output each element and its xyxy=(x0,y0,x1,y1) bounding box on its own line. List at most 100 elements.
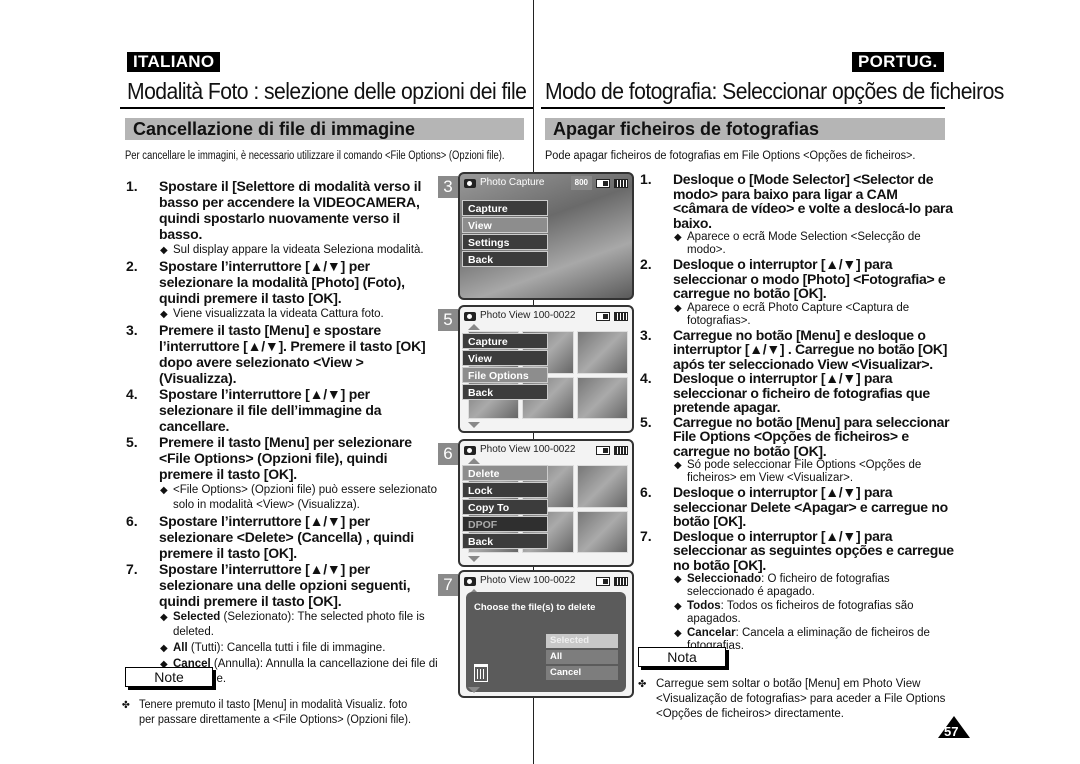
diamond-bullet-icon: ◆ xyxy=(160,643,168,654)
page-title-italian: Modalità Foto : selezione delle opzioni … xyxy=(127,78,527,104)
step-text: Desloque o interruptor [▲/▼] para selecc… xyxy=(673,484,948,529)
thumbnail[interactable] xyxy=(576,465,628,508)
menu-item-capture[interactable]: Capture xyxy=(462,200,548,216)
option-all[interactable]: All xyxy=(546,650,618,664)
step-item: 6. Desloque o interruptor [▲/▼] para sele… xyxy=(640,485,955,529)
step-item: 1. Desloque o [Mode Selector] <Selector d… xyxy=(640,172,955,257)
resolution-badge: 800 xyxy=(570,176,592,190)
camera-icon xyxy=(464,576,476,586)
menu-item-file-options[interactable]: File Options xyxy=(462,367,548,383)
scroll-down-icon[interactable] xyxy=(468,556,480,562)
steps-list-italian: 1. Spostare il [Selettore di modalità ver… xyxy=(126,178,438,687)
step-bullet: ◆ All (Tutti): Cancella tutti i file di i… xyxy=(159,641,438,656)
step-bullet: ◆ Viene visualizzata la videata Cattura f… xyxy=(159,307,438,322)
dialog-title: Choose the file(s) to delete xyxy=(474,602,596,613)
option-cancel[interactable]: Cancel xyxy=(546,666,618,680)
step-number: 2. xyxy=(640,256,652,272)
step-number: 6. xyxy=(126,513,138,529)
diamond-bullet-icon: ◆ xyxy=(160,309,168,320)
camera-screen-file-options-menu: Photo View 100-0022 Delete Lock Copy To … xyxy=(458,439,634,567)
screen-number: 3 xyxy=(438,176,458,198)
scroll-up-icon[interactable] xyxy=(468,324,480,330)
step-bullet: ◆ Aparece o ecrã Mode Selection <Selecção… xyxy=(673,231,955,257)
thumbnail[interactable] xyxy=(576,376,628,419)
bullet-term: Selected xyxy=(173,611,221,623)
step-text: Carregue no botão [Menu] e desloque o in… xyxy=(673,326,948,372)
bullet-text: (Tutti): Cancella tutti i file di immagi… xyxy=(187,642,386,654)
camera-screen-photo-view-file-options: Photo View 100-0022 Capture View File Op… xyxy=(458,305,634,433)
menu-item-dpof[interactable]: DPOF xyxy=(462,516,548,532)
step-number: 4. xyxy=(126,386,138,402)
step-bullet: ◆ Só pode seleccionar File Options <Opçõe… xyxy=(673,459,955,485)
screen-number: 5 xyxy=(438,309,458,331)
screen-menu: Delete Lock Copy To DPOF Back xyxy=(462,465,548,550)
bullet-term: Cancelar xyxy=(687,627,736,639)
memory-icon xyxy=(596,178,610,188)
diamond-bullet-icon: ◆ xyxy=(674,574,682,585)
camera-icon xyxy=(464,445,476,455)
diamond-bullet-icon: ◆ xyxy=(160,612,168,623)
bullet-text: Só pode seleccionar File Options <Opções… xyxy=(687,459,922,484)
screen-header: Photo View 100-0022 xyxy=(464,443,628,457)
screen-title: Photo Capture xyxy=(480,177,545,188)
scroll-down-icon[interactable] xyxy=(468,687,480,693)
menu-item-copy-to[interactable]: Copy To xyxy=(462,499,548,515)
step-item: 5. Premere il tasto [Menu] per selezionar… xyxy=(126,434,438,513)
intro-text-italian: Per cancellare le immagini, è necessario… xyxy=(125,150,505,162)
step-text: Desloque o interruptor [▲/▼] para selecc… xyxy=(673,370,930,415)
step-number: 4. xyxy=(640,370,652,386)
battery-icon xyxy=(614,445,628,455)
menu-item-back[interactable]: Back xyxy=(462,533,548,549)
step-item: 5. Carregue no botão [Menu] para seleccio… xyxy=(640,413,955,486)
note-bullet-icon: ✤ xyxy=(638,679,647,690)
page-number: 57 xyxy=(944,724,959,739)
thumbnail[interactable] xyxy=(576,510,628,553)
screen-header: Photo View 100-0022 xyxy=(464,574,628,588)
camera-icon xyxy=(464,311,476,321)
memory-icon xyxy=(596,576,610,586)
step-item: 3. Premere il tasto [Menu] e spostare l’i… xyxy=(126,322,438,386)
step-text: Carregue no botão [Menu] para selecciona… xyxy=(673,413,950,459)
diamond-bullet-icon: ◆ xyxy=(674,628,682,639)
option-selected[interactable]: Selected xyxy=(546,634,618,648)
step-bullet: ◆ Todos: Todos os ficheiros de fotografia… xyxy=(673,600,955,626)
step-number: 5. xyxy=(640,413,652,430)
screen-title: Photo View 100-0022 xyxy=(480,575,576,586)
trash-icon xyxy=(474,664,488,682)
step-number: 5. xyxy=(126,434,138,450)
note-bullet-icon: ✤ xyxy=(121,700,130,711)
step-item: 2. Spostare l’interruttore [▲/▼] per sele… xyxy=(126,258,438,322)
section-heading-italian: Cancellazione di file di immagine xyxy=(125,118,524,140)
title-rule xyxy=(120,107,533,109)
scroll-up-icon[interactable] xyxy=(468,458,480,464)
step-number: 1. xyxy=(640,171,652,187)
step-bullet: ◆ Selected (Selezionato): The selected ph… xyxy=(159,610,438,640)
diamond-bullet-icon: ◆ xyxy=(674,601,682,612)
note-label-portuguese: Nota xyxy=(638,647,726,667)
memory-icon xyxy=(596,311,610,321)
menu-item-delete[interactable]: Delete xyxy=(462,465,548,481)
scroll-down-icon[interactable] xyxy=(468,422,480,428)
menu-item-settings[interactable]: Settings xyxy=(462,234,548,250)
menu-item-back[interactable]: Back xyxy=(462,384,548,400)
thumbnail[interactable] xyxy=(576,331,628,374)
camera-icon xyxy=(464,178,476,188)
bullet-term: Seleccionado xyxy=(687,573,762,585)
step-number: 6. xyxy=(640,484,652,500)
screen-menu: Capture View File Options Back xyxy=(462,333,548,401)
menu-item-view[interactable]: View xyxy=(462,350,548,366)
step-item: 3. Carregue no botão [Menu] e desloque o … xyxy=(640,326,955,372)
step-item: 1. Spostare il [Selettore di modalità ver… xyxy=(126,178,438,258)
section-heading-portuguese: Apagar ficheiros de fotografias xyxy=(545,118,945,140)
menu-item-back[interactable]: Back xyxy=(462,251,548,267)
step-bullet: ◆ Aparece o ecrã Photo Capture <Captura d… xyxy=(673,302,955,328)
menu-item-lock[interactable]: Lock xyxy=(462,482,548,498)
menu-item-view[interactable]: View xyxy=(462,217,548,233)
menu-item-capture[interactable]: Capture xyxy=(462,333,548,349)
step-text: Desloque o [Mode Selector] <Selector de … xyxy=(673,171,953,231)
diamond-bullet-icon: ◆ xyxy=(674,460,682,471)
step-item: 4. Spostare l’interruttore [▲/▼] per sele… xyxy=(126,386,438,434)
bullet-term: Todos xyxy=(687,600,721,612)
bullet-text: Sul display appare la videata Seleziona … xyxy=(173,244,424,256)
step-bullet: ◆ <File Options> (Opzioni file) può esser… xyxy=(159,483,438,513)
